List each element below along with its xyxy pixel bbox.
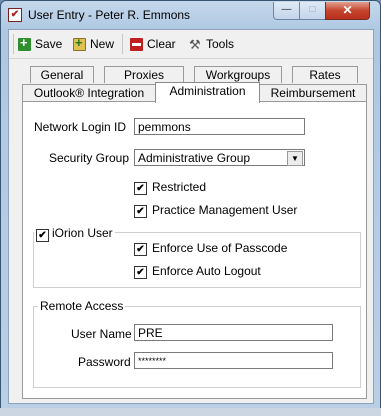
tools-icon: ⚒ xyxy=(189,36,201,52)
clear-label: Clear xyxy=(147,37,176,51)
practice-management-user-checkbox[interactable]: ✔ xyxy=(134,205,147,218)
window-title: User Entry - Peter R. Emmons xyxy=(28,8,191,22)
username-label: User Name xyxy=(71,327,132,341)
security-group-label: Security Group xyxy=(49,151,130,165)
new-icon xyxy=(73,35,86,51)
title-bar[interactable]: ✔ User Entry - Peter R. Emmons — □ ✕ xyxy=(1,1,380,28)
new-button[interactable]: New xyxy=(73,35,115,52)
dialog-client-area: Save New Clear ⚒ Tools General Proxies W… xyxy=(8,29,374,404)
close-button[interactable]: ✕ xyxy=(325,2,370,20)
toolbar: Save New Clear ⚒ Tools xyxy=(9,30,373,59)
tools-button[interactable]: ⚒ Tools xyxy=(189,36,234,52)
enforce-auto-logout-label: Enforce Auto Logout xyxy=(152,264,261,278)
network-login-input[interactable]: pemmons xyxy=(134,118,305,135)
tab-general[interactable]: General xyxy=(30,66,94,83)
remote-access-caption: Remote Access xyxy=(38,299,126,313)
enforce-passcode-checkbox[interactable]: ✔ xyxy=(134,243,147,256)
tab-outlook-integration[interactable]: Outlook® Integration xyxy=(22,84,156,101)
clear-icon xyxy=(130,37,143,51)
tab-rates[interactable]: Rates xyxy=(292,66,358,83)
tab-reimbursement[interactable]: Reimbursement xyxy=(259,84,367,101)
security-group-value: Administrative Group xyxy=(138,151,251,165)
enforce-passcode-label: Enforce Use of Passcode xyxy=(152,241,288,255)
chevron-down-icon[interactable]: ▼ xyxy=(287,151,303,166)
taskbar-edge xyxy=(0,408,381,416)
password-label: Password xyxy=(78,355,131,369)
network-login-label: Network Login ID xyxy=(34,120,127,134)
minimize-button[interactable]: — xyxy=(273,2,300,20)
restricted-checkbox[interactable]: ✔ xyxy=(134,182,147,195)
clear-button[interactable]: Clear xyxy=(130,36,176,52)
tools-label: Tools xyxy=(206,37,235,51)
user-entry-window: ✔ User Entry - Peter R. Emmons — □ ✕ Sav… xyxy=(0,0,381,410)
toolbar-grip xyxy=(13,34,14,54)
new-label: New xyxy=(90,37,115,51)
save-label: Save xyxy=(35,37,63,51)
maximize-button[interactable]: □ xyxy=(299,2,326,20)
tab-workgroups[interactable]: Workgroups xyxy=(194,66,282,83)
remote-access-group xyxy=(33,306,361,388)
security-group-select[interactable]: Administrative Group ▼ xyxy=(134,149,305,166)
iorion-user-label: iOrion User xyxy=(52,226,113,240)
enforce-auto-logout-checkbox[interactable]: ✔ xyxy=(134,266,147,279)
tab-administration[interactable]: Administration xyxy=(155,82,260,103)
iorion-user-checkbox[interactable]: ✔ xyxy=(36,229,49,242)
toolbar-separator xyxy=(122,34,123,54)
password-input[interactable]: ******** xyxy=(134,352,333,369)
iorion-user-caption: ✔ iOrion User xyxy=(34,226,115,242)
save-icon xyxy=(18,35,31,51)
save-button[interactable]: Save xyxy=(18,35,63,52)
tab-proxies[interactable]: Proxies xyxy=(104,66,184,83)
check-box-icon: ✔ xyxy=(8,8,22,22)
restricted-label: Restricted xyxy=(152,180,207,194)
username-input[interactable]: PRE xyxy=(134,324,333,341)
administration-panel: Network Login ID pemmons Security Group … xyxy=(22,101,367,399)
practice-management-user-label: Practice Management User xyxy=(152,203,298,217)
